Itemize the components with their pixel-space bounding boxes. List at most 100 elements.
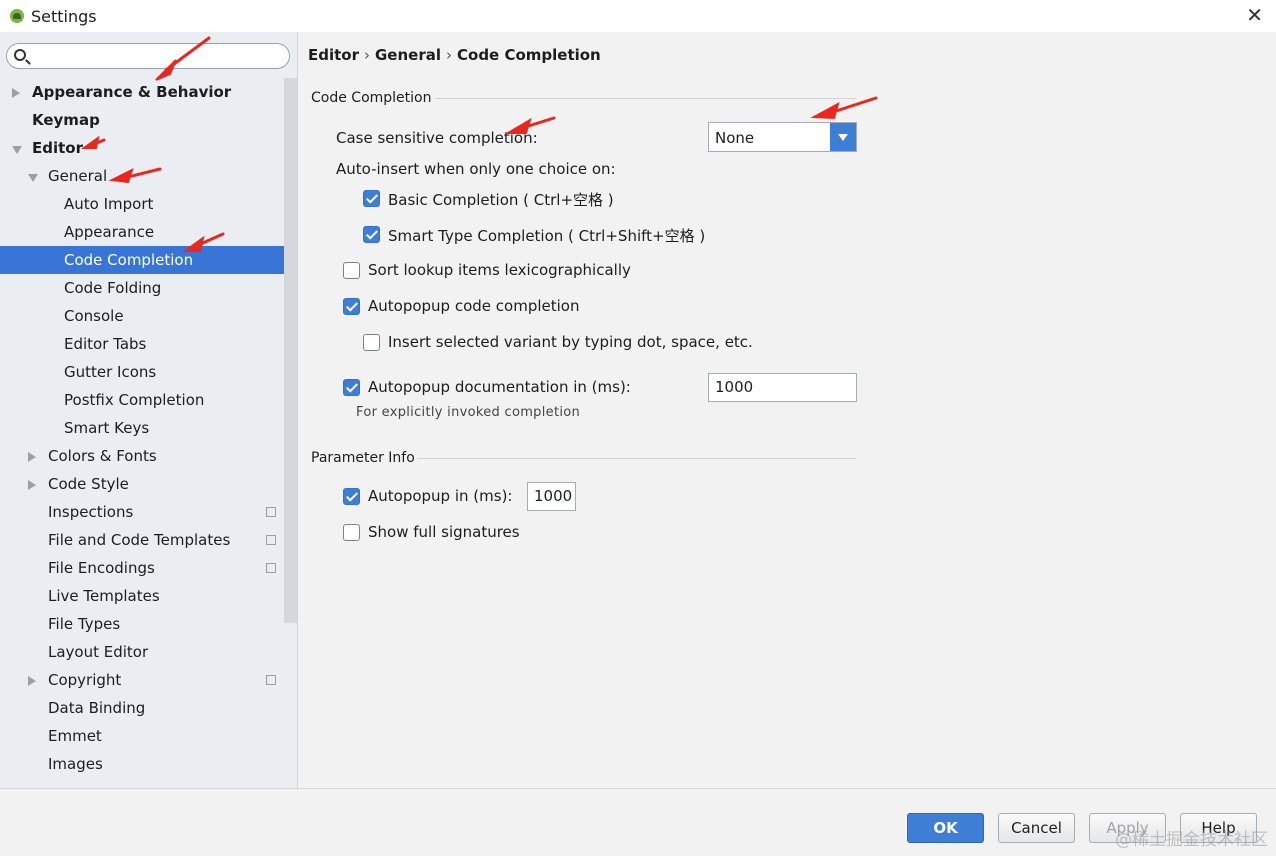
chevron-right-icon[interactable]	[12, 88, 20, 98]
autopopup-docs-label: Autopopup documentation in (ms):	[368, 378, 631, 396]
sidebar-item-live-templates[interactable]: Live Templates	[0, 582, 297, 610]
sidebar-item-code-folding[interactable]: Code Folding	[0, 274, 297, 302]
settings-tree: Appearance & Behavior Keymap Editor General…	[0, 78, 297, 778]
sidebar-item-label: Smart Keys	[64, 419, 150, 437]
sidebar-item-label: File and Code Templates	[48, 531, 231, 549]
project-scope-icon	[264, 533, 276, 545]
sidebar-item-code-completion[interactable]: Code Completion	[0, 246, 297, 274]
chevron-down-icon[interactable]	[830, 123, 856, 151]
chevron-down-icon[interactable]	[28, 174, 38, 182]
autopopup-docs-checkbox[interactable]	[343, 379, 360, 396]
breadcrumb-separator: ›	[446, 46, 452, 64]
breadcrumb-editor: Editor	[308, 46, 359, 64]
basic-completion-checkbox[interactable]	[363, 190, 380, 207]
sidebar-item-file-encodings[interactable]: File Encodings	[0, 554, 297, 582]
cancel-button[interactable]: Cancel	[998, 813, 1075, 843]
sidebar-item-inspections[interactable]: Inspections	[0, 498, 297, 526]
settings-panel: Editor › General › Code Completion Code Comp…	[299, 32, 1276, 788]
sidebar-item-label: Copyright	[48, 671, 122, 689]
close-icon[interactable]: ✕	[1246, 5, 1263, 25]
parameter-autopopup-checkbox[interactable]	[343, 488, 360, 505]
sidebar-item-gutter-icons[interactable]: Gutter Icons	[0, 358, 297, 386]
sidebar-item-label: Layout Editor	[48, 643, 149, 661]
sidebar-item-data-binding[interactable]: Data Binding	[0, 694, 297, 722]
sidebar-item-auto-import[interactable]: Auto Import	[0, 190, 297, 218]
code-completion-group-title: Code Completion	[311, 90, 432, 106]
project-scope-icon	[264, 673, 276, 685]
sidebar-item-label: Code Folding	[64, 279, 162, 297]
window-title: Settings	[31, 6, 97, 26]
group-divider	[435, 98, 856, 99]
sidebar-item-label: Auto Import	[64, 195, 154, 213]
case-sensitive-dropdown[interactable]: None	[708, 122, 857, 152]
sidebar-item-label: Data Binding	[48, 699, 146, 717]
parameter-autopopup-input[interactable]: 1000	[527, 482, 576, 511]
sidebar-item-emmet[interactable]: Emmet	[0, 722, 297, 750]
sidebar-item-editor[interactable]: Editor	[0, 134, 297, 162]
sidebar-scrollbar[interactable]	[284, 78, 297, 623]
case-sensitive-value: None	[715, 129, 755, 147]
chevron-right-icon[interactable]	[28, 676, 36, 686]
show-full-signatures-label: Show full signatures	[368, 523, 520, 541]
sidebar-item-colors-fonts[interactable]: Colors & Fonts	[0, 442, 297, 470]
sidebar-item-label: Appearance	[64, 223, 155, 241]
sort-lookup-label: Sort lookup items lexicographically	[368, 261, 631, 279]
parameter-autopopup-label: Autopopup in (ms):	[368, 487, 513, 505]
insert-selected-variant-label: Insert selected variant by typing dot, s…	[388, 333, 753, 351]
sort-lookup-checkbox[interactable]	[343, 262, 360, 279]
case-sensitive-label: Case sensitive completion:	[336, 129, 538, 147]
basic-completion-label: Basic Completion ( Ctrl+空格 )	[388, 191, 614, 209]
autopopup-code-label: Autopopup code completion	[368, 297, 580, 315]
watermark: @稀土掘金技术社区	[1115, 830, 1268, 850]
autopopup-docs-input[interactable]: 1000	[708, 373, 857, 402]
breadcrumb: Editor › General › Code Completion	[308, 46, 601, 64]
parameter-info-group-title: Parameter Info	[311, 450, 415, 466]
ok-button[interactable]: OK	[907, 813, 984, 843]
sidebar-item-label: Emmet	[48, 727, 102, 745]
sidebar-item-appearance[interactable]: Appearance	[0, 218, 297, 246]
sidebar-item-postfix-completion[interactable]: Postfix Completion	[0, 386, 297, 414]
sidebar-item-label: Code Style	[48, 475, 129, 493]
sidebar-item-editor-tabs[interactable]: Editor Tabs	[0, 330, 297, 358]
chevron-right-icon[interactable]	[28, 480, 36, 490]
sidebar-item-label: File Encodings	[48, 559, 155, 577]
sidebar-item-layout-editor[interactable]: Layout Editor	[0, 638, 297, 666]
sidebar-item-general[interactable]: General	[0, 162, 297, 190]
sidebar-item-label: Colors & Fonts	[48, 447, 157, 465]
sidebar-item-label: Gutter Icons	[64, 363, 157, 381]
sidebar-item-smart-keys[interactable]: Smart Keys	[0, 414, 297, 442]
sidebar-item-label: Keymap	[32, 111, 100, 129]
sidebar-item-label: Editor	[32, 139, 83, 157]
breadcrumb-separator: ›	[364, 46, 370, 64]
sidebar-item-appearance-behavior[interactable]: Appearance & Behavior	[0, 78, 297, 106]
breadcrumb-code-completion: Code Completion	[457, 46, 601, 64]
sidebar-item-label: General	[48, 167, 108, 185]
sidebar-item-console[interactable]: Console	[0, 302, 297, 330]
sidebar-item-code-style[interactable]: Code Style	[0, 470, 297, 498]
docs-note: For explicitly invoked completion	[356, 405, 581, 420]
autopopup-code-checkbox[interactable]	[343, 298, 360, 315]
dialog-footer: OK Cancel Apply Help	[0, 788, 1276, 856]
group-divider	[417, 458, 856, 459]
settings-sidebar: Appearance & Behavior Keymap Editor General…	[0, 32, 298, 788]
smart-type-completion-checkbox[interactable]	[363, 226, 380, 243]
sidebar-item-label: Code Completion	[64, 251, 194, 269]
sidebar-item-images[interactable]: Images	[0, 750, 297, 778]
sidebar-item-label: Images	[48, 755, 103, 773]
sidebar-item-file-types[interactable]: File Types	[0, 610, 297, 638]
sidebar-item-label: File Types	[48, 615, 121, 633]
search-input[interactable]	[6, 43, 290, 69]
sidebar-item-file-and-code-templates[interactable]: File and Code Templates	[0, 526, 297, 554]
chevron-right-icon[interactable]	[28, 452, 36, 462]
insert-selected-variant-checkbox[interactable]	[363, 334, 380, 351]
chevron-down-icon[interactable]	[12, 146, 22, 154]
smart-type-completion-label: Smart Type Completion ( Ctrl+Shift+空格 )	[388, 227, 706, 245]
sidebar-item-keymap[interactable]: Keymap	[0, 106, 297, 134]
search-icon	[14, 49, 26, 61]
sidebar-item-label: Postfix Completion	[64, 391, 205, 409]
sidebar-item-copyright[interactable]: Copyright	[0, 666, 297, 694]
sidebar-item-label: Inspections	[48, 503, 134, 521]
show-full-signatures-checkbox[interactable]	[343, 524, 360, 541]
breadcrumb-general: General	[375, 46, 441, 64]
sidebar-item-label: Live Templates	[48, 587, 160, 605]
